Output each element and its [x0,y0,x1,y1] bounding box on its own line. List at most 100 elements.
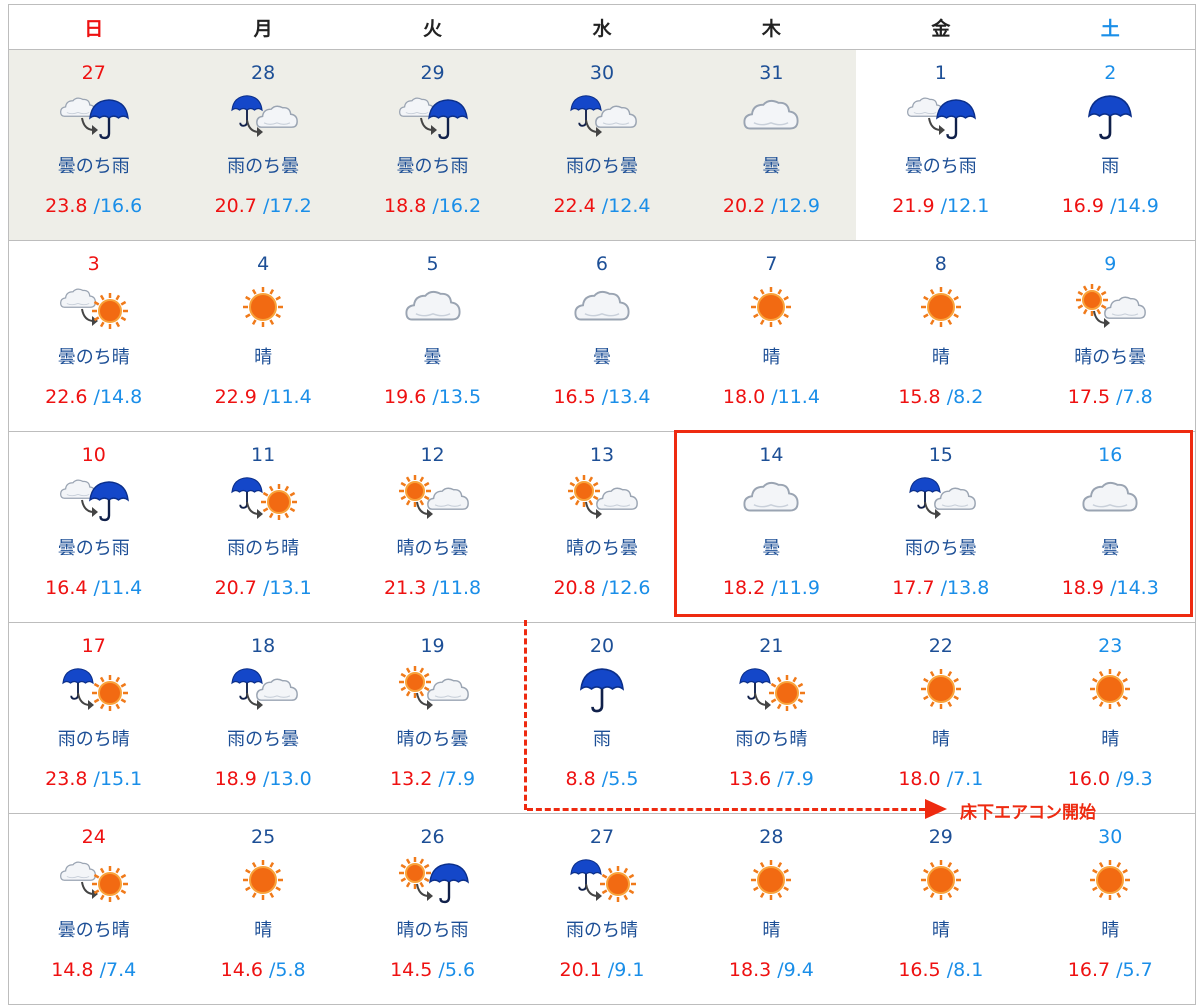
sun-icon [901,856,981,904]
weather-label: 晴 [931,920,950,941]
temperature-range: 14.6 /5.8 [178,959,347,981]
temperature-range: 16.5 /13.4 [517,386,686,408]
cloud-then-rain-icon [901,92,981,140]
sun-then-rain-icon [393,856,473,904]
day-cell[interactable]: 1 曇のち雨 21.9 /12.1 [856,50,1025,241]
rain-then-cloud-icon [901,474,981,522]
weather-label: 晴 [254,347,273,368]
day-cell[interactable]: 30 晴 16.7 /5.7 [1026,814,1196,1005]
day-cell[interactable]: 31 曇 20.2 /12.9 [686,49,857,241]
day-cell[interactable]: 21 雨のち晴 13.6 /7.9 [687,623,856,814]
weather-label: 晴のち曇 [1074,347,1147,368]
weather-label: 雨のち晴 [227,538,300,559]
weather-label: 雨のち曇 [904,538,977,559]
day-cell[interactable]: 19 晴のち曇 13.2 /7.9 [348,623,517,814]
day-cell[interactable]: 6 曇 16.5 /13.4 [517,241,686,432]
cloud-then-rain-icon [54,474,134,522]
week-row: 10 曇のち雨 16.4 /11.4 11 雨のち晴 20.7 /13.1 12… [8,431,1196,623]
cloud-then-rain-icon [393,92,473,140]
annotation-label: 床下エアコン開始 [960,803,1096,823]
day-cell[interactable]: 13 晴のち曇 20.8 /12.6 [517,432,686,623]
day-cell[interactable]: 10 曇のち雨 16.4 /11.4 [9,432,179,623]
day-number: 9 [1104,253,1117,275]
day-number: 29 [928,826,953,848]
day-cell[interactable]: 29 晴 16.5 /8.1 [856,814,1025,1005]
day-cell[interactable]: 29 曇のち雨 18.8 /16.2 [347,49,518,241]
high-temp: 16.5 [553,386,596,408]
sun-then-cloud-icon [393,474,473,522]
low-temp: 14.3 [1116,577,1159,599]
day-cell[interactable]: 12 晴のち曇 21.3 /11.8 [348,432,517,623]
day-number: 6 [595,253,609,275]
day-cell[interactable]: 18 雨のち曇 18.9 /13.0 [178,623,347,814]
low-temp: 13.4 [608,386,651,408]
day-cell[interactable]: 11 雨のち晴 20.7 /13.1 [178,432,347,623]
sun-then-cloud-icon [393,665,473,713]
day-cell[interactable]: 30 雨のち曇 22.4 /12.4 [517,49,687,241]
high-temp: 13.6 [728,768,772,790]
day-cell[interactable]: 9 晴のち曇 17.5 /7.8 [1026,241,1196,432]
day-cell[interactable]: 24 曇のち晴 14.8 /7.4 [9,814,179,1005]
high-temp: 15.8 [898,386,941,408]
day-cell[interactable]: 15 雨のち曇 17.7 /13.8 [856,432,1025,623]
cloud-then-sun-icon [54,283,134,331]
cloud-icon [731,474,811,522]
day-cell[interactable]: 20 雨 8.8 /5.5 [517,623,686,814]
weather-label: 曇 [423,347,442,368]
day-number: 4 [257,253,270,275]
day-number: 20 [589,635,615,657]
low-temp: 9.1 [614,959,645,981]
day-cell[interactable]: 28 雨のち曇 20.7 /17.2 [178,49,348,241]
high-temp: 17.7 [892,577,935,599]
weather-label: 晴 [1101,729,1120,750]
low-temp: 8.1 [953,959,984,981]
annotation-dashed-line-horizontal [527,808,925,811]
day-number: 31 [759,62,784,84]
low-temp: 7.9 [783,768,814,790]
day-cell[interactable]: 22 晴 18.0 /7.1 [856,623,1025,814]
day-cell[interactable]: 17 雨のち晴 23.8 /15.1 [9,623,179,814]
day-cell[interactable]: 27 雨のち晴 20.1 /9.1 [517,814,686,1005]
day-cell[interactable]: 2 雨 16.9 /14.9 [1026,50,1196,241]
day-cell[interactable]: 14 曇 18.2 /11.9 [687,432,856,623]
high-temp: 23.8 [45,768,88,790]
temperature-range: 20.2 /12.9 [687,195,856,217]
high-temp: 16.7 [1067,959,1111,981]
weather-label: 晴のち雨 [396,920,469,941]
day-cell[interactable]: 5 曇 19.6 /13.5 [348,241,517,432]
day-cell[interactable]: 25 晴 14.6 /5.8 [178,814,347,1005]
sun-icon [731,856,811,904]
day-cell[interactable]: 4 晴 22.9 /11.4 [178,241,347,432]
day-cell[interactable]: 23 晴 16.0 /9.3 [1026,623,1196,814]
high-temp: 8.8 [565,768,596,790]
day-number: 8 [934,253,947,275]
sun-then-cloud-icon [562,474,642,522]
day-cell[interactable]: 3 曇のち晴 22.6 /14.8 [9,241,179,432]
weather-label: 曇 [762,538,781,559]
temperature-range: 16.0 /9.3 [1026,768,1195,790]
annotation-dashed-line-vertical [524,620,527,810]
day-cell[interactable]: 26 晴のち雨 14.5 /5.6 [348,814,517,1005]
temperature-range: 22.4 /12.4 [517,195,686,217]
weather-calendar: 日月火水木金土 27 曇のち雨 23.8 /16.6 28 雨のち曇 20.7 … [8,4,1196,1005]
day-cell[interactable]: 8 晴 15.8 /8.2 [856,241,1025,432]
day-number: 21 [759,635,784,657]
high-temp: 20.7 [214,195,257,217]
day-number: 14 [759,444,784,466]
weather-label: 雨 [592,729,611,750]
day-number: 30 [589,62,615,84]
sun-icon [223,283,303,331]
day-cell[interactable]: 27 曇のち雨 23.8 /16.6 [8,49,179,241]
low-temp: 9.4 [783,959,814,981]
low-temp: 5.5 [608,768,639,790]
day-number: 12 [420,444,445,466]
day-cell[interactable]: 28 晴 18.3 /9.4 [687,814,856,1005]
low-temp: 11.9 [777,577,820,599]
temperature-range: 22.6 /14.8 [9,386,178,408]
day-cell[interactable]: 16 曇 18.9 /14.3 [1026,432,1196,623]
sun-icon [223,856,303,904]
day-cell[interactable]: 7 晴 18.0 /11.4 [687,241,856,432]
weather-label: 晴 [254,920,273,941]
low-temp: 16.6 [99,195,143,217]
low-temp: 12.9 [777,195,820,217]
